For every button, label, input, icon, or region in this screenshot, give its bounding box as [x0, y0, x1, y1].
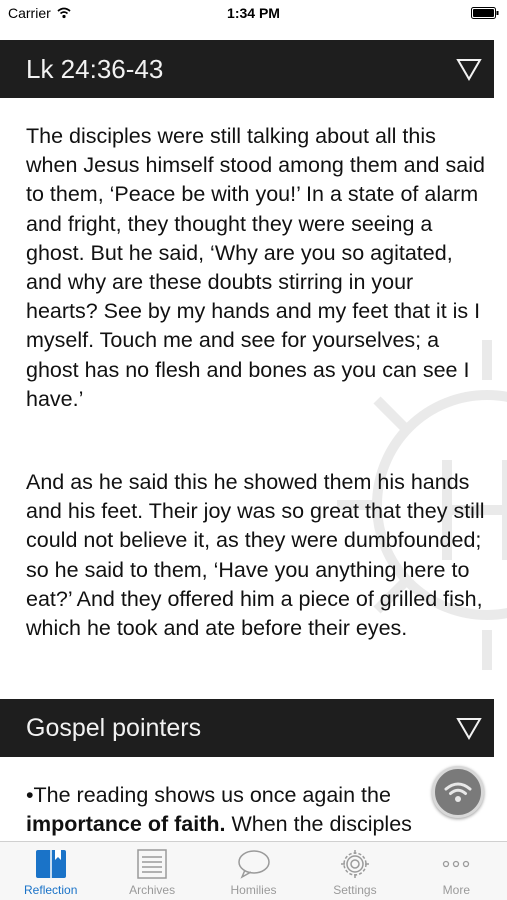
- tab-homilies-label: Homilies: [230, 883, 277, 897]
- tab-more-label: More: [442, 883, 470, 897]
- reading-reference: Lk 24:36-43: [26, 53, 164, 84]
- status-bar: Carrier 1:34 PM: [0, 0, 507, 28]
- book-icon: [34, 847, 68, 881]
- collapse-triangle-icon[interactable]: [456, 56, 482, 82]
- reading-paragraph-2: And as he said this he showed them his h…: [26, 468, 486, 643]
- gospel-pointers-text: •The reading shows us once again the imp…: [26, 781, 446, 839]
- wifi-audio-icon: [444, 782, 472, 802]
- list-icon: [135, 847, 169, 881]
- tab-archives[interactable]: Archives: [101, 842, 202, 900]
- tab-more[interactable]: More: [406, 842, 507, 900]
- chat-bubble-icon: [237, 847, 271, 881]
- tab-homilies[interactable]: Homilies: [203, 842, 304, 900]
- gospel-pointers-paragraph: •The reading shows us once again the imp…: [26, 781, 446, 839]
- tab-bar: Reflection Archives Homilies Settings Mo…: [0, 841, 507, 900]
- battery-icon: [471, 7, 499, 19]
- tab-reflection[interactable]: Reflection: [0, 842, 101, 900]
- reading-header[interactable]: Lk 24:36-43: [0, 40, 494, 98]
- pointer-continuation: When the disciples: [225, 812, 412, 837]
- gear-icon: [338, 847, 372, 881]
- status-time: 1:34 PM: [227, 5, 280, 21]
- gospel-pointers-title: Gospel pointers: [26, 713, 202, 742]
- reading-paragraph-2-text: And as he said this he showed them his h…: [26, 470, 485, 641]
- reading-paragraph-1-text: The disciples were still talking about a…: [26, 124, 485, 411]
- tab-settings[interactable]: Settings: [304, 842, 405, 900]
- pointer-emphasis: importance of faith.: [26, 812, 226, 837]
- tab-settings-label: Settings: [333, 883, 377, 897]
- audio-play-button[interactable]: [432, 766, 484, 818]
- reading-paragraph-1: The disciples were still talking about a…: [26, 122, 486, 414]
- collapse-triangle-icon[interactable]: [456, 715, 482, 741]
- pointer-prefix: •The reading shows us once again the: [26, 783, 391, 807]
- gospel-pointers-header[interactable]: Gospel pointers: [0, 699, 494, 757]
- tab-archives-label: Archives: [129, 883, 176, 897]
- more-dots-icon: [439, 847, 473, 881]
- tab-reflection-label: Reflection: [24, 883, 78, 897]
